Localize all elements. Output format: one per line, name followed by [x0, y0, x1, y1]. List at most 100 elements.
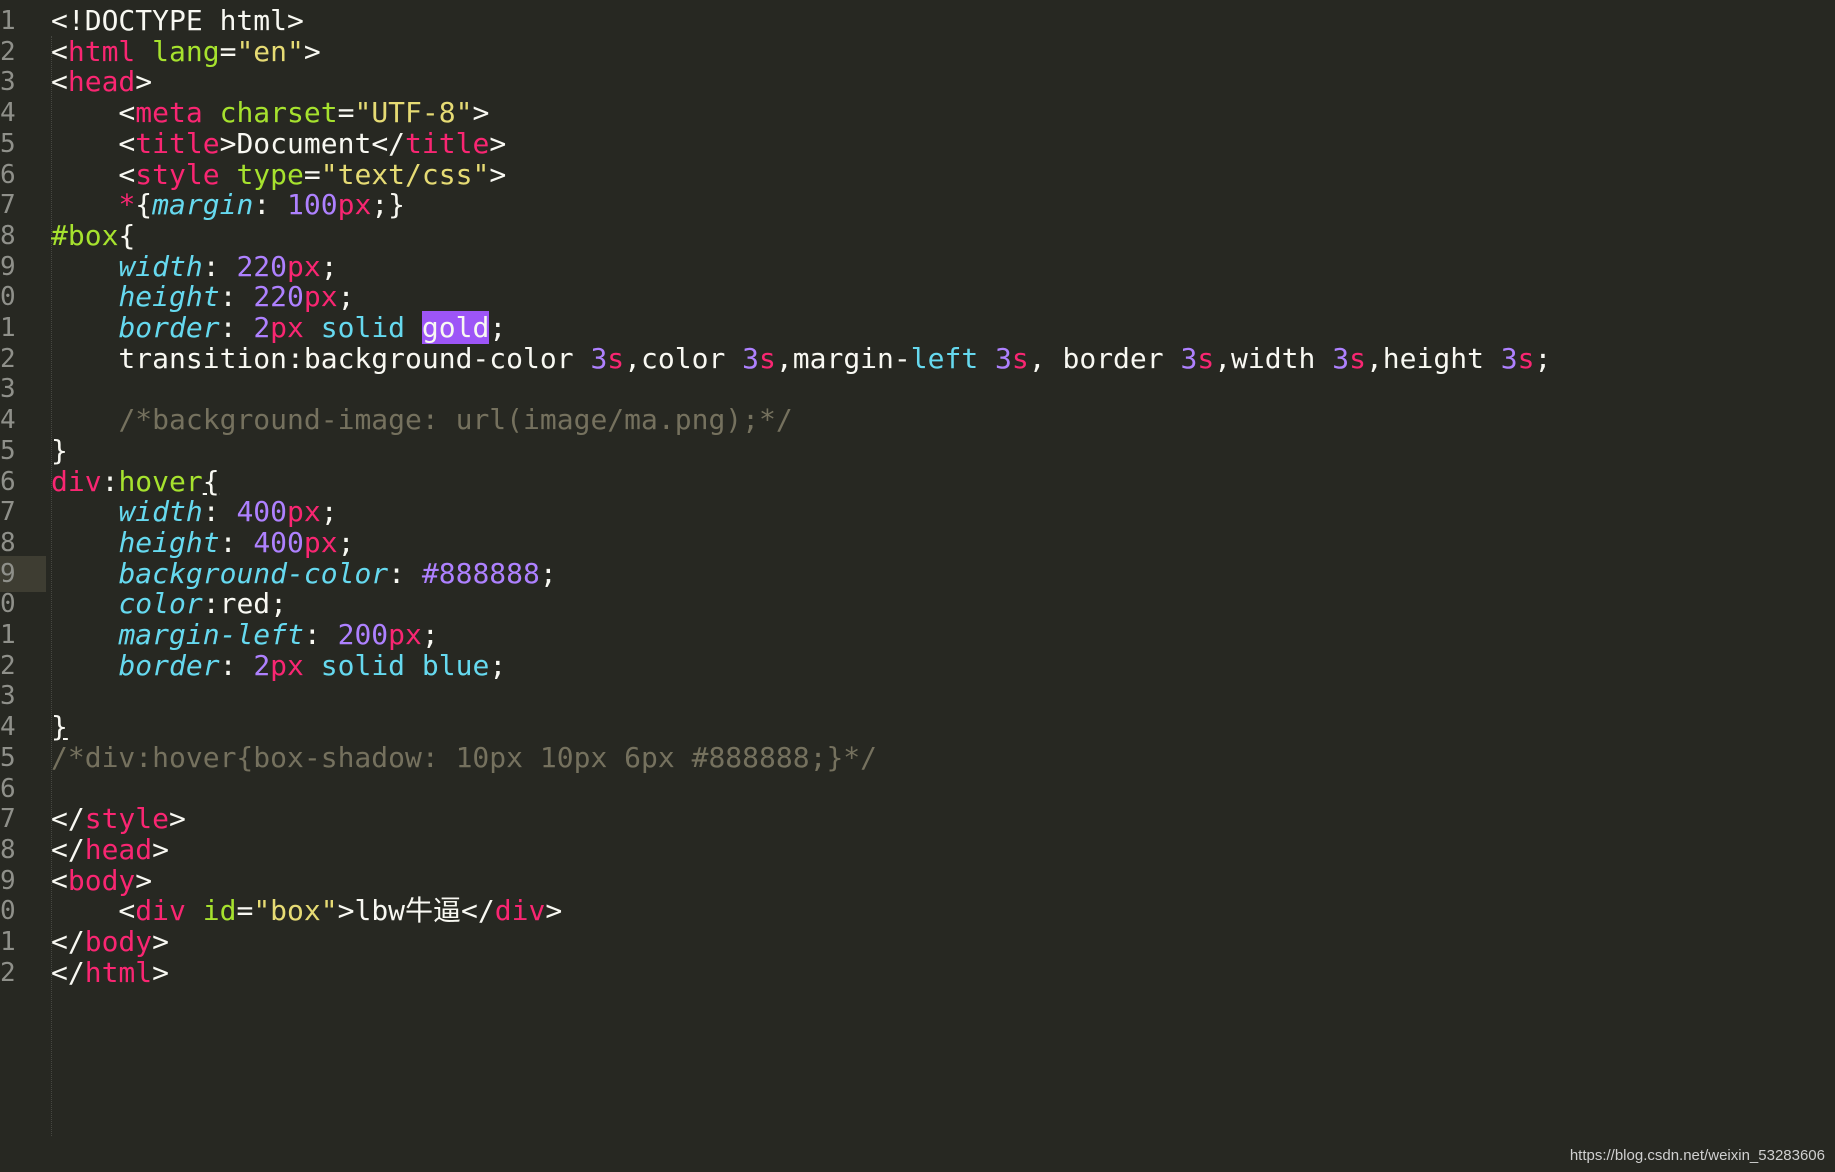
code-token: } [51, 710, 68, 744]
code-line[interactable]: /*div:hover{box-shadow: 10px 10px 6px #8… [51, 740, 877, 776]
code-token: "box" [253, 894, 338, 928]
code-token: 100 [287, 188, 338, 222]
code-token: ; [337, 525, 355, 559]
code-token: ; [489, 311, 507, 344]
code-token: lbw牛逼 [354, 894, 462, 928]
code-token: ; [421, 618, 439, 651]
code-token: margin-left [118, 618, 304, 651]
code-token: < [51, 96, 136, 130]
code-token: </ [51, 802, 85, 836]
code-token: px [337, 188, 372, 222]
code-token: < [51, 863, 68, 897]
code-token: px [270, 311, 304, 344]
code-token: : [219, 525, 254, 559]
code-token: ,margin- [775, 341, 911, 375]
code-token: = [236, 894, 254, 928]
code-token: ; [320, 495, 338, 529]
code-token: : [219, 648, 254, 682]
code-token: width [118, 249, 203, 283]
code-token: title [405, 126, 490, 160]
code-token: : [253, 188, 288, 222]
code-token: ,width [1214, 341, 1333, 375]
code-token: background-color [118, 556, 389, 590]
code-line[interactable]: </html> [51, 955, 169, 991]
code-token: margin [152, 188, 254, 222]
code-token: 3 [1500, 341, 1518, 375]
code-token: "en" [236, 34, 304, 68]
code-token: 200 [337, 618, 389, 651]
code-token: ; [320, 249, 338, 283]
code-token: s [1197, 341, 1215, 375]
code-token: head [67, 65, 136, 99]
code-token: border [118, 311, 220, 344]
selected-text: gold [421, 311, 490, 344]
code-token: : [101, 464, 119, 498]
code-token: < [51, 894, 136, 928]
code-area[interactable]: <!DOCTYPE html> <html lang="en"> <head> <m… [51, 0, 1835, 1172]
line-number: 2 [0, 957, 16, 988]
code-token: s [1011, 341, 1029, 375]
watermark-url: https://blog.csdn.net/weixin_53283606 [1569, 1147, 1825, 1164]
code-token: 220 [236, 249, 288, 283]
code-token: } [51, 433, 68, 467]
code-token: s [1349, 341, 1366, 375]
code-token: body [67, 863, 136, 897]
line-number-gutter: 12345678901234567890123456789012 [0, 0, 46, 1172]
code-token: div [51, 464, 102, 498]
code-token: : [303, 618, 338, 651]
code-token: type [236, 157, 304, 191]
code-token: body [84, 925, 153, 958]
code-token: style [84, 802, 170, 836]
code-token: head [84, 832, 153, 866]
code-token: = [337, 96, 355, 130]
code-line[interactable]: /*background-image: url(image/ma.png);*/ [51, 402, 793, 438]
code-token: : [219, 311, 254, 344]
code-token: > [219, 126, 237, 160]
code-token: > [152, 955, 170, 989]
code-token: html [84, 955, 153, 989]
code-token: ; [539, 556, 557, 590]
code-token: s [607, 341, 625, 375]
code-token: ; [337, 280, 355, 314]
code-line[interactable]: transition:background-color 3s,color 3s,… [51, 341, 1551, 377]
code-token: "UTF-8" [354, 96, 473, 130]
code-token: charset [219, 96, 338, 130]
code-editor[interactable]: 12345678901234567890123456789012 <!DOCTY… [0, 0, 1835, 1172]
code-token: > [489, 126, 507, 160]
code-token: px [303, 525, 338, 559]
code-token: meta [135, 96, 203, 130]
code-token: 2 [253, 648, 271, 682]
code-line[interactable]: border: 2px solid blue; [51, 648, 506, 684]
code-token: html [67, 34, 136, 68]
code-token: 3 [1180, 341, 1198, 375]
code-token: < [51, 65, 68, 99]
code-token: > [135, 65, 153, 99]
code-token: > [545, 894, 563, 928]
code-token: title [135, 126, 220, 160]
code-token: = [219, 34, 237, 68]
code-token: color [118, 587, 203, 621]
code-token: </ [371, 126, 406, 160]
code-token: > [169, 802, 186, 836]
code-token: div [135, 894, 186, 928]
code-token: > [303, 34, 321, 68]
code-token: > [337, 894, 355, 928]
code-token: 3 [1332, 341, 1350, 375]
code-token: ;} [371, 188, 406, 222]
code-token: ; [489, 648, 507, 682]
code-token: blue [421, 648, 490, 682]
code-token: ,color [624, 341, 743, 375]
code-token: #888888 [421, 556, 540, 590]
code-token: /*background-image: url(image/ma.png);*/ [118, 403, 793, 437]
code-token: : [202, 587, 220, 621]
